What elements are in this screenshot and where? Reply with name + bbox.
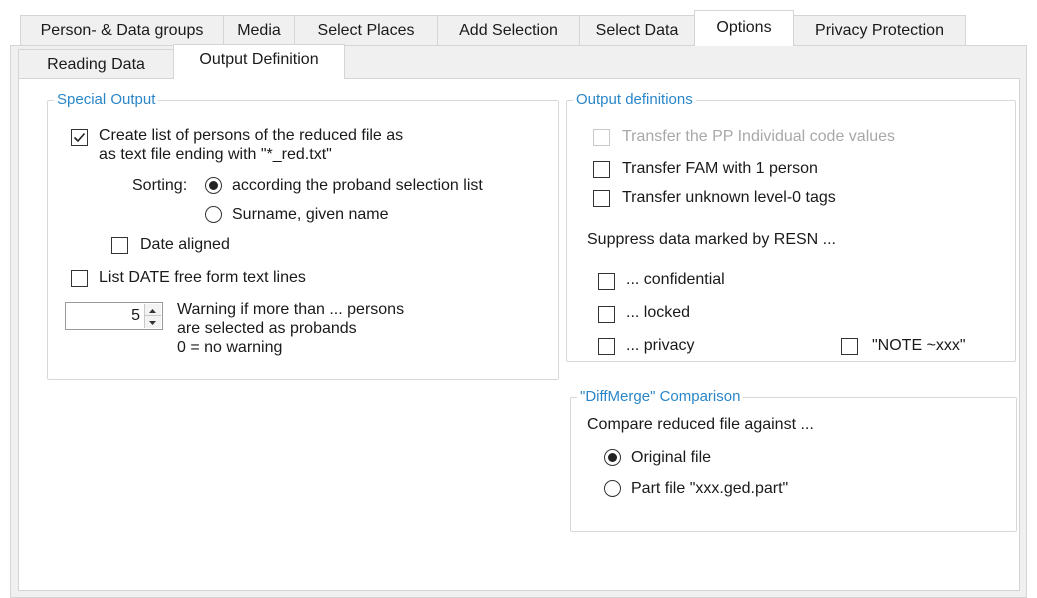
warning-count-stepper[interactable]: 5 <box>65 302 163 330</box>
suppress-label: Suppress data marked by RESN ... <box>587 231 836 248</box>
part-file-radio[interactable] <box>604 480 621 497</box>
create-list-checkbox[interactable] <box>71 129 88 146</box>
special-output-title: Special Output <box>54 91 159 109</box>
transfer-pp-checkbox[interactable] <box>593 129 610 146</box>
warning-count-value: 5 <box>131 307 140 324</box>
sort-proband-list-label: according the proband selection list <box>232 177 483 194</box>
locked-label: ... locked <box>626 304 691 321</box>
tab-options[interactable]: Options <box>694 10 794 46</box>
tab-media[interactable]: Media <box>223 15 295 45</box>
transfer-fam-label: Transfer FAM with 1 person <box>622 160 818 177</box>
warning-label-line2: are selected as probands <box>177 320 357 337</box>
options-pane: Reading Data Output Definition Special O… <box>10 44 1027 598</box>
stepper-down-button[interactable] <box>145 316 161 328</box>
tab-person-data-groups[interactable]: Person- & Data groups <box>20 15 224 45</box>
create-list-label-line1: Create list of persons of the reduced fi… <box>99 127 404 144</box>
original-file-label: Original file <box>631 449 712 466</box>
note-checkbox[interactable] <box>841 338 858 355</box>
part-file-label: Part file "xxx.ged.part" <box>631 480 789 497</box>
transfer-unknown-label: Transfer unknown level-0 tags <box>622 189 836 206</box>
warning-label-line1: Warning if more than ... persons <box>177 301 405 318</box>
original-file-radio[interactable] <box>604 449 621 466</box>
output-definitions-title: Output definitions <box>573 91 696 109</box>
radio-selected-dot <box>209 181 218 190</box>
date-aligned-checkbox[interactable] <box>111 237 128 254</box>
locked-checkbox[interactable] <box>598 306 615 323</box>
note-label: "NOTE ~xxx" <box>872 337 966 354</box>
tab-select-data[interactable]: Select Data <box>579 15 695 45</box>
compare-label: Compare reduced file against ... <box>587 416 814 433</box>
stepper-arrows <box>144 304 161 328</box>
output-definition-pane: Special Output Create list of persons of… <box>18 78 1020 591</box>
confidential-label: ... confidential <box>626 271 725 288</box>
sorting-label: Sorting: <box>132 177 188 194</box>
checkmark-icon <box>73 132 86 143</box>
list-date-checkbox[interactable] <box>71 270 88 287</box>
diffmerge-title: "DiffMerge" Comparison <box>577 388 744 406</box>
privacy-label: ... privacy <box>626 337 695 354</box>
chevron-down-icon <box>149 321 156 325</box>
radio-selected-dot <box>608 453 617 462</box>
sort-surname-radio[interactable] <box>205 206 222 223</box>
sort-surname-label: Surname, given name <box>232 206 389 223</box>
subtab-reading-data[interactable]: Reading Data <box>18 49 174 79</box>
confidential-checkbox[interactable] <box>598 273 615 290</box>
create-list-label-line2: as text file ending with "*_red.txt" <box>99 146 332 163</box>
privacy-checkbox[interactable] <box>598 338 615 355</box>
transfer-fam-checkbox[interactable] <box>593 161 610 178</box>
transfer-pp-label: Transfer the PP Individual code values <box>622 128 896 145</box>
date-aligned-label: Date aligned <box>140 236 230 253</box>
warning-label-line3: 0 = no warning <box>177 339 283 356</box>
subtab-output-definition[interactable]: Output Definition <box>173 44 345 79</box>
tab-select-places[interactable]: Select Places <box>294 15 438 45</box>
stepper-up-button[interactable] <box>145 304 161 316</box>
tab-privacy-protection[interactable]: Privacy Protection <box>793 15 966 45</box>
tab-add-selection[interactable]: Add Selection <box>437 15 580 45</box>
transfer-unknown-checkbox[interactable] <box>593 190 610 207</box>
list-date-label: List DATE free form text lines <box>99 269 306 286</box>
sort-proband-list-radio[interactable] <box>205 177 222 194</box>
